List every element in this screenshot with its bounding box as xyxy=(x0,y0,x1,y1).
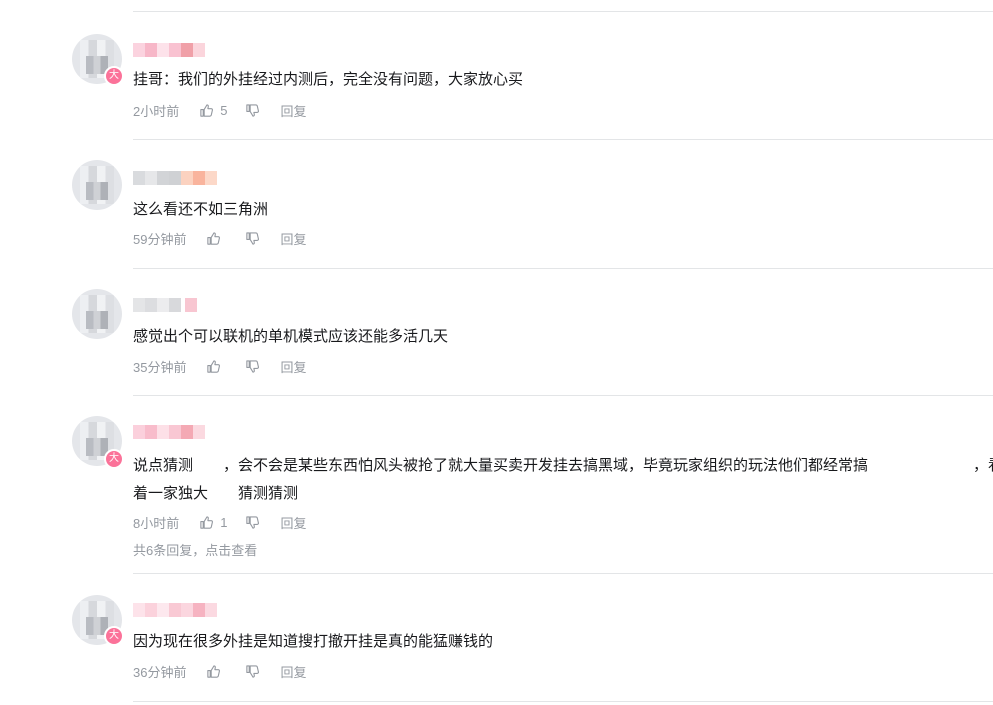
view-replies-link[interactable]: 共6条回复，点击查看 xyxy=(133,540,257,559)
divider xyxy=(133,573,993,574)
avatar[interactable] xyxy=(72,289,122,339)
thumbs-up-icon xyxy=(200,515,214,529)
comment-time: 36分钟前 xyxy=(133,664,187,680)
comment-text: 这么看还不如三角洲 xyxy=(133,201,269,218)
like-button[interactable]: 1 xyxy=(199,515,227,530)
username[interactable] xyxy=(133,171,217,185)
divider xyxy=(133,11,993,12)
thumbs-down-icon xyxy=(246,515,260,529)
divider xyxy=(133,701,993,702)
like-count: 5 xyxy=(220,102,228,118)
level-badge: 大 xyxy=(104,626,124,646)
thumbs-down-icon xyxy=(246,664,260,678)
comment-time: 2小时前 xyxy=(133,103,180,119)
username[interactable] xyxy=(133,603,217,617)
divider xyxy=(133,139,993,140)
username[interactable] xyxy=(133,43,205,57)
username[interactable] xyxy=(133,425,205,439)
dislike-button[interactable] xyxy=(245,231,260,246)
divider xyxy=(133,395,993,396)
thumbs-down-icon xyxy=(246,103,260,117)
reply-button[interactable]: 回复 xyxy=(280,229,306,248)
reply-button[interactable]: 回复 xyxy=(280,662,306,681)
like-button[interactable] xyxy=(206,359,227,374)
like-count: 1 xyxy=(220,514,228,530)
dislike-button[interactable] xyxy=(245,359,260,374)
thumbs-up-icon xyxy=(207,359,221,373)
thumbs-up-icon xyxy=(207,664,221,678)
thumbs-down-icon xyxy=(246,359,260,373)
like-button[interactable]: 5 xyxy=(199,103,227,118)
thumbs-up-icon xyxy=(207,231,221,245)
comment-text: 感觉出个可以联机的单机模式应该还能多活几天 xyxy=(133,328,449,345)
comment-text: 因为现在很多外挂是知道搜打撤开挂是真的能猛赚钱的 xyxy=(133,633,494,650)
like-button[interactable] xyxy=(206,664,227,679)
comment-time: 35分钟前 xyxy=(133,359,187,375)
comment-time: 59分钟前 xyxy=(133,231,187,247)
dislike-button[interactable] xyxy=(245,103,260,118)
reply-button[interactable]: 回复 xyxy=(280,357,306,376)
comment-time: 8小时前 xyxy=(133,515,180,531)
like-button[interactable] xyxy=(206,231,227,246)
comment-text-line-1: 说点猜测 ，会不会是某些东西怕风头被抢了就大量买卖开发挂去搞黑域，毕竟玩家组织的… xyxy=(133,457,993,474)
username[interactable] xyxy=(133,298,197,312)
level-badge: 大 xyxy=(104,66,124,86)
reply-button[interactable]: 回复 xyxy=(280,101,306,120)
dislike-button[interactable] xyxy=(245,664,260,679)
level-badge: 大 xyxy=(104,449,124,469)
divider xyxy=(133,268,993,269)
reply-button[interactable]: 回复 xyxy=(280,513,306,532)
dislike-button[interactable] xyxy=(245,515,260,530)
thumbs-down-icon xyxy=(246,231,260,245)
comment-text-line-2: 着一家独大 猜测猜测 xyxy=(133,485,299,502)
comment-text: 挂哥：我们的外挂经过内测后，完全没有问题，大家放心买 xyxy=(133,71,524,88)
thumbs-up-icon xyxy=(200,103,214,117)
avatar[interactable] xyxy=(72,160,122,210)
